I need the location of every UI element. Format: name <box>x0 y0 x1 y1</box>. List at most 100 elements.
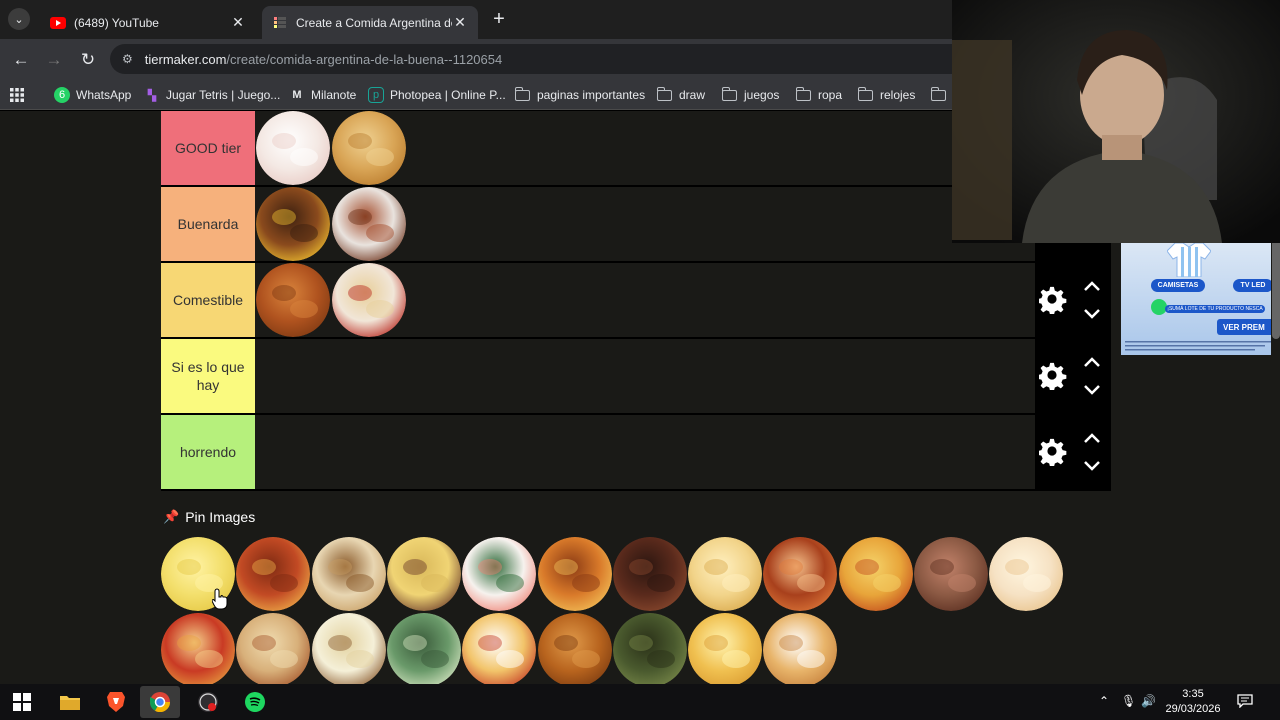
bookmark-label: WhatsApp <box>76 88 132 102</box>
tier-drop-zone[interactable] <box>256 415 1035 489</box>
bookmark-folder-ropa[interactable]: ropa <box>795 85 843 105</box>
food-item-milanesa[interactable] <box>688 613 763 684</box>
forward-icon[interactable]: → <box>43 49 65 71</box>
bookmark-label: Jugar Tetris | Juego... <box>166 88 281 102</box>
food-item-guiso[interactable] <box>256 263 330 337</box>
move-up-icon[interactable] <box>1082 431 1102 445</box>
food-item-rabas[interactable] <box>763 613 838 684</box>
chrome-icon[interactable] <box>140 686 180 718</box>
close-tab-icon[interactable]: ✕ <box>452 14 468 31</box>
site-info-icon[interactable]: ⚙ <box>122 52 133 66</box>
food-item-sopa[interactable] <box>612 613 687 684</box>
brave-browser-icon[interactable] <box>96 686 136 718</box>
food-item-canelones[interactable] <box>311 537 386 611</box>
move-up-icon[interactable] <box>1082 355 1102 369</box>
ad-banner[interactable]: CAMISETAS TV LED ¡SUMÁ LOTE DE TU PRODUC… <box>1121 243 1271 355</box>
bookmark-folder-more[interactable] <box>930 85 953 105</box>
volume-icon[interactable]: 🔊 <box>1141 694 1156 708</box>
spotify-icon[interactable] <box>235 686 275 718</box>
ad-label-tv: TV LED <box>1233 279 1271 292</box>
webcam-overlay <box>952 0 1280 243</box>
ad-label-camisetas: CAMISETAS <box>1151 279 1205 292</box>
gear-icon[interactable] <box>1039 438 1067 466</box>
tier-label[interactable]: Buenarda <box>161 187 255 261</box>
tier-drop-zone[interactable] <box>256 263 1035 337</box>
food-item-pizza[interactable] <box>161 613 235 684</box>
close-tab-icon[interactable]: ✕ <box>230 14 246 31</box>
bookmark-tetris[interactable]: ▚ Jugar Tetris | Juego... <box>144 85 281 105</box>
tier-drop-zone[interactable] <box>256 111 1035 185</box>
food-item-asado[interactable] <box>612 537 687 611</box>
move-down-icon[interactable] <box>1082 459 1102 473</box>
obs-icon[interactable] <box>188 686 228 718</box>
food-item-sandwiches-de-miga[interactable] <box>256 111 330 185</box>
url-path: /create/comida-argentina-de-la-buena--11… <box>226 51 503 67</box>
food-item-chipa[interactable] <box>688 537 763 611</box>
food-item-bife[interactable] <box>914 537 988 611</box>
tiermaker-icon <box>272 15 288 31</box>
food-item-pollo-asado[interactable] <box>537 613 612 684</box>
bookmark-folder-juegos[interactable]: juegos <box>721 85 779 105</box>
food-item-pastel-de-papa[interactable] <box>386 537 461 611</box>
food-item-empanadas[interactable] <box>332 111 406 185</box>
bookmark-whatsapp[interactable]: 6 WhatsApp <box>54 85 131 105</box>
move-down-icon[interactable] <box>1082 307 1102 321</box>
url-host: tiermaker.com <box>144 51 227 67</box>
apps-icon[interactable] <box>10 85 24 105</box>
bookmark-folder-draw[interactable]: draw <box>656 85 705 105</box>
windows-start-icon[interactable] <box>2 686 42 718</box>
food-item-matambre-a-la-pizza[interactable] <box>236 537 311 611</box>
food-item-fideos-con-tuco[interactable] <box>332 263 406 337</box>
food-item-milanesa-pure[interactable] <box>311 613 386 684</box>
food-item-albondigas[interactable] <box>332 187 406 261</box>
windows-taskbar: ⌃ 🎙 🔊 3:35 29/03/2026 <box>0 684 1280 720</box>
bookmark-folder-paginas[interactable]: paginas importantes <box>514 85 646 105</box>
move-down-icon[interactable] <box>1082 383 1102 397</box>
tier-row: Si es lo que hay <box>161 339 1111 415</box>
tier-drop-zone[interactable] <box>256 339 1035 413</box>
new-tab-button[interactable]: + <box>488 8 510 30</box>
file-explorer-icon[interactable] <box>50 686 90 718</box>
food-item-locro[interactable] <box>763 537 838 611</box>
food-item-fugazzeta[interactable] <box>989 537 1064 611</box>
tab-youtube[interactable]: (6489) YouTube ✕ <box>40 6 256 39</box>
tab-search-button[interactable]: ⌄ <box>8 8 30 30</box>
food-item-choripan[interactable] <box>236 613 311 684</box>
show-hidden-icons-icon[interactable]: ⌃ <box>1099 694 1109 708</box>
gear-icon[interactable] <box>1039 362 1067 390</box>
tier-label[interactable]: Si es lo que hay <box>161 339 255 413</box>
url-field[interactable]: ⚙ tiermaker.com/create/comida-argentina-… <box>110 44 970 74</box>
food-item-hamburguesa[interactable] <box>256 187 330 261</box>
notifications-icon[interactable] <box>1237 694 1253 711</box>
move-up-icon[interactable] <box>1082 279 1102 293</box>
tab-tiermaker[interactable]: Create a Comida Argentina de l ✕ <box>262 6 478 39</box>
microphone-icon[interactable]: 🎙 <box>1121 694 1136 708</box>
folder-icon <box>857 86 873 101</box>
pin-images-title: Pin Images <box>185 509 256 525</box>
hand-cursor-icon <box>212 588 228 610</box>
page-scrollbar[interactable] <box>1272 239 1280 339</box>
back-icon[interactable]: ← <box>10 49 32 71</box>
food-item-sushi[interactable] <box>462 537 537 611</box>
bookmark-label: ropa <box>818 88 843 102</box>
food-item-tortilla[interactable] <box>386 613 461 684</box>
bookmark-milanote[interactable]: M Milanote <box>289 85 356 105</box>
tier-row: Comestible <box>161 263 1111 339</box>
tab-title: (6489) YouTube <box>74 15 159 30</box>
food-item-lasagna[interactable] <box>537 537 612 611</box>
tier-label[interactable]: GOOD tier <box>161 111 255 185</box>
ad-cta-button[interactable]: VER PREM <box>1217 319 1271 335</box>
bookmark-label: paginas importantes <box>537 88 646 102</box>
tier-label[interactable]: Comestible <box>161 263 255 337</box>
reload-icon[interactable]: ↻ <box>77 49 99 71</box>
tier-label[interactable]: horrendo <box>161 415 255 489</box>
bookmark-photopea[interactable]: p Photopea | Online P... <box>368 85 506 105</box>
bookmark-folder-relojes[interactable]: relojes <box>857 85 915 105</box>
gear-icon[interactable] <box>1039 286 1067 314</box>
food-item-ravioles[interactable] <box>462 613 537 684</box>
tier-drop-zone[interactable] <box>256 187 1035 261</box>
tier-row: horrendo <box>161 415 1111 491</box>
food-item-noquis[interactable] <box>838 537 913 611</box>
system-clock[interactable]: 3:35 29/03/2026 <box>1163 687 1223 717</box>
tab-title: Create a Comida Argentina de l <box>296 15 452 30</box>
